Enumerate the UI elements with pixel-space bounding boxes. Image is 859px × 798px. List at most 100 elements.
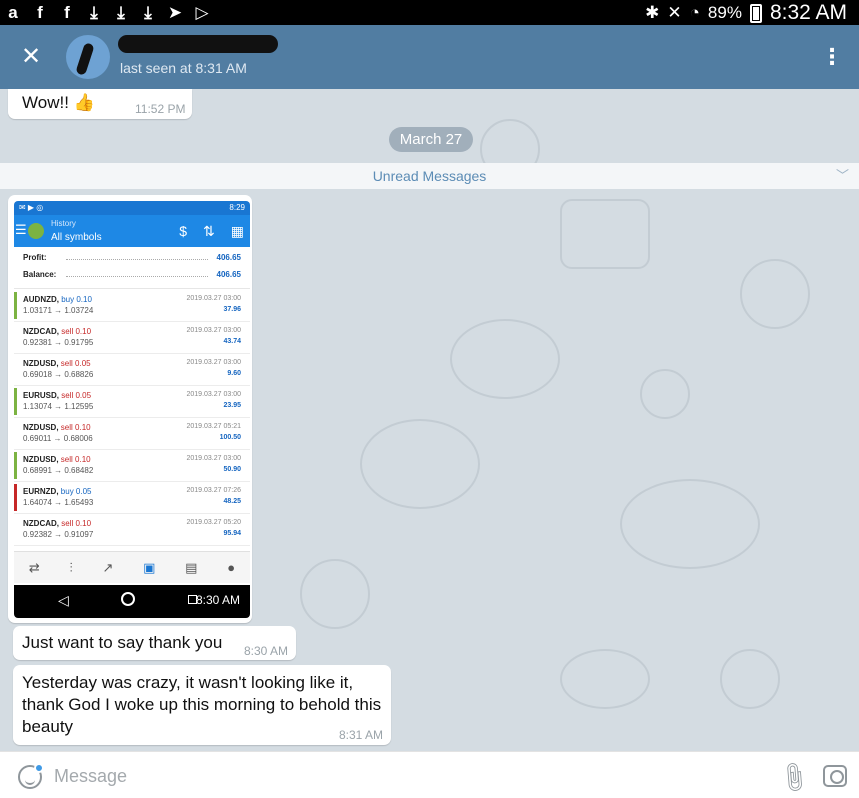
symbol-text: AUDNZD, bbox=[23, 295, 59, 304]
chat-header: ✕ last seen at 8:31 AM ⋮ bbox=[0, 25, 859, 89]
trade-side: sell 0.05 bbox=[60, 359, 91, 368]
trade-row: NZDUSD, sell 0.05 0.69018 → 0.68826 2019.0… bbox=[14, 354, 250, 386]
trade-symbol: NZDUSD, sell 0.10 bbox=[23, 455, 91, 464]
shot-subtitle: History bbox=[51, 219, 76, 228]
trade-side: sell 0.10 bbox=[60, 423, 91, 432]
message-bubble[interactable]: Just want to say thank you 8:30 AM bbox=[13, 626, 296, 660]
shot-toolbar-icons: $ ⇅ ▦ bbox=[179, 223, 244, 240]
profit-label: Profit: bbox=[23, 253, 47, 262]
background-doodle bbox=[720, 649, 780, 709]
clock: 8:32 AM bbox=[769, 1, 847, 24]
profit-value: 406.65 bbox=[216, 253, 241, 262]
trade-date: 2019.03.27 07:26 bbox=[186, 487, 242, 494]
trade-date: 2019.03.27 05:20 bbox=[186, 519, 242, 526]
trade-color-bar bbox=[14, 420, 17, 447]
account-summary: Profit: 406.65 Balance: 406.65 bbox=[14, 249, 250, 283]
trade-side: sell 0.05 bbox=[61, 391, 92, 400]
trade-prices: 1.03171 → 1.03724 bbox=[23, 306, 94, 315]
symbol-text: NZDUSD, bbox=[23, 359, 59, 368]
divider bbox=[14, 288, 250, 289]
trade-profit: 95.94 bbox=[223, 530, 241, 537]
balance-value: 406.65 bbox=[216, 270, 241, 279]
trade-profit: 37.96 bbox=[223, 306, 241, 313]
trade-symbol: NZDUSD, sell 0.05 bbox=[23, 359, 91, 368]
wifi-icon: ◔ bbox=[689, 3, 700, 22]
symbol-text: EURUSD, bbox=[23, 391, 60, 400]
background-doodle bbox=[360, 419, 480, 509]
photo-message[interactable]: ✉ ▶ ◎ 8:29 ☰ History All symbols $ ⇅ ▦ P… bbox=[8, 195, 252, 623]
trading-app-screenshot[interactable]: ✉ ▶ ◎ 8:29 ☰ History All symbols $ ⇅ ▦ P… bbox=[14, 201, 250, 618]
message-time: 8:30 AM bbox=[244, 644, 289, 658]
close-icon[interactable]: ✕ bbox=[19, 43, 43, 71]
battery-icon bbox=[749, 3, 762, 23]
system-indicators: ✱ ✕ ◔ 89% 8:32 AM bbox=[645, 1, 847, 25]
chevron-down-icon[interactable]: ﹀ bbox=[836, 163, 849, 189]
trade-symbol: AUDNZD, buy 0.10 bbox=[23, 295, 92, 304]
background-doodle bbox=[560, 649, 650, 709]
trade-row: NZDUSD, sell 0.10 0.68991 → 0.68482 2019.0… bbox=[14, 450, 250, 482]
menu-icon: ☰ bbox=[15, 222, 27, 237]
symbol-text: NZDUSD, bbox=[23, 423, 59, 432]
trade-color-bar bbox=[14, 356, 17, 383]
battery-percent: 89% bbox=[707, 3, 742, 22]
message-time: 8:31 AM bbox=[339, 728, 384, 742]
message-composer: 📎︎ bbox=[0, 751, 859, 798]
play-icon: ▷ bbox=[195, 3, 209, 22]
telegram-icon: ➤ bbox=[167, 3, 183, 22]
trade-side: buy 0.05 bbox=[60, 487, 92, 496]
shot-clock: 8:29 bbox=[229, 203, 245, 212]
trade-date: 2019.03.27 03:00 bbox=[186, 391, 242, 398]
download-icon: ⤓ bbox=[90, 3, 98, 22]
message-bubble[interactable]: Wow!! 👍 11:52 PM bbox=[8, 89, 192, 119]
quotes-icon: ⇄ bbox=[28, 559, 40, 575]
trade-row: AUDNZD, buy 0.10 1.03171 → 1.03724 2019.03… bbox=[14, 290, 250, 322]
trade-date: 2019.03.27 05:21 bbox=[186, 423, 242, 430]
back-icon: ◁ bbox=[58, 592, 69, 608]
trade-prices: 0.69018 → 0.68826 bbox=[23, 370, 94, 379]
unread-messages-divider: Unread Messages ﹀ bbox=[0, 163, 859, 189]
dot-leader bbox=[66, 276, 208, 277]
trade-date: 2019.03.27 03:00 bbox=[186, 455, 242, 462]
attach-icon[interactable]: 📎︎ bbox=[773, 759, 812, 796]
more-menu-icon[interactable]: ⋮ bbox=[821, 45, 843, 69]
symbol-text: NZDCAD, bbox=[23, 519, 59, 528]
trade-symbol: NZDCAD, sell 0.10 bbox=[23, 327, 91, 336]
trade-prices: 1.64074 → 1.65493 bbox=[23, 498, 94, 507]
history-icon: ▣ bbox=[143, 559, 156, 575]
background-doodle bbox=[560, 199, 650, 269]
mute-icon: ✕ bbox=[667, 3, 682, 22]
symbol-text: NZDCAD, bbox=[23, 327, 59, 336]
download-icon: ⤓ bbox=[117, 3, 125, 22]
trade-row: NZDUSD, sell 0.10 0.69011 → 0.68006 2019.0… bbox=[14, 418, 250, 450]
trade-side: buy 0.10 bbox=[61, 295, 92, 304]
bluetooth-icon: ✱ bbox=[645, 3, 660, 22]
chart-icon: ⫶ bbox=[69, 559, 73, 575]
trade-row: EURNZD, buy 0.05 1.64074 → 1.65493 2019.03… bbox=[14, 482, 250, 514]
message-bubble[interactable]: Yesterday was crazy, it wasn't looking l… bbox=[13, 665, 391, 745]
trade-row: NZDCAD, sell 0.10 0.92382 → 0.91097 2019.0… bbox=[14, 514, 250, 546]
trade-side: sell 0.10 bbox=[61, 519, 92, 528]
message-input[interactable] bbox=[54, 763, 714, 789]
shot-nav-bar: ◁ 8:30 AM bbox=[14, 585, 250, 618]
trade-profit: 43.74 bbox=[223, 338, 241, 345]
trade-prices: 0.92382 → 0.91097 bbox=[23, 530, 94, 539]
trade-date: 2019.03.27 03:00 bbox=[186, 327, 242, 334]
contact-name-redacted[interactable] bbox=[118, 35, 278, 53]
trade-color-bar bbox=[14, 484, 17, 511]
balance-label: Balance: bbox=[23, 270, 57, 279]
background-doodle bbox=[640, 369, 690, 419]
symbol-text: EURNZD, bbox=[23, 487, 59, 496]
trade-color-bar bbox=[14, 324, 17, 351]
message-text: Wow!! 👍 bbox=[22, 93, 95, 112]
trade-profit: 23.95 bbox=[223, 402, 241, 409]
message-time: 11:52 PM bbox=[135, 102, 186, 116]
shot-bottom-tabs: ⇄ ⫶ ↗ ▣ ▤ ● bbox=[14, 551, 250, 583]
balance-row: Balance: 406.65 bbox=[14, 266, 250, 283]
profit-row: Profit: 406.65 bbox=[14, 249, 250, 266]
trade-prices: 0.68991 → 0.68482 bbox=[23, 466, 94, 475]
chat-area[interactable]: Wow!! 👍 11:52 PM March 27 Unread Message… bbox=[0, 89, 859, 751]
home-icon bbox=[121, 592, 135, 606]
camera-icon[interactable] bbox=[823, 765, 847, 787]
background-doodle bbox=[300, 559, 370, 629]
avatar[interactable] bbox=[66, 35, 110, 79]
